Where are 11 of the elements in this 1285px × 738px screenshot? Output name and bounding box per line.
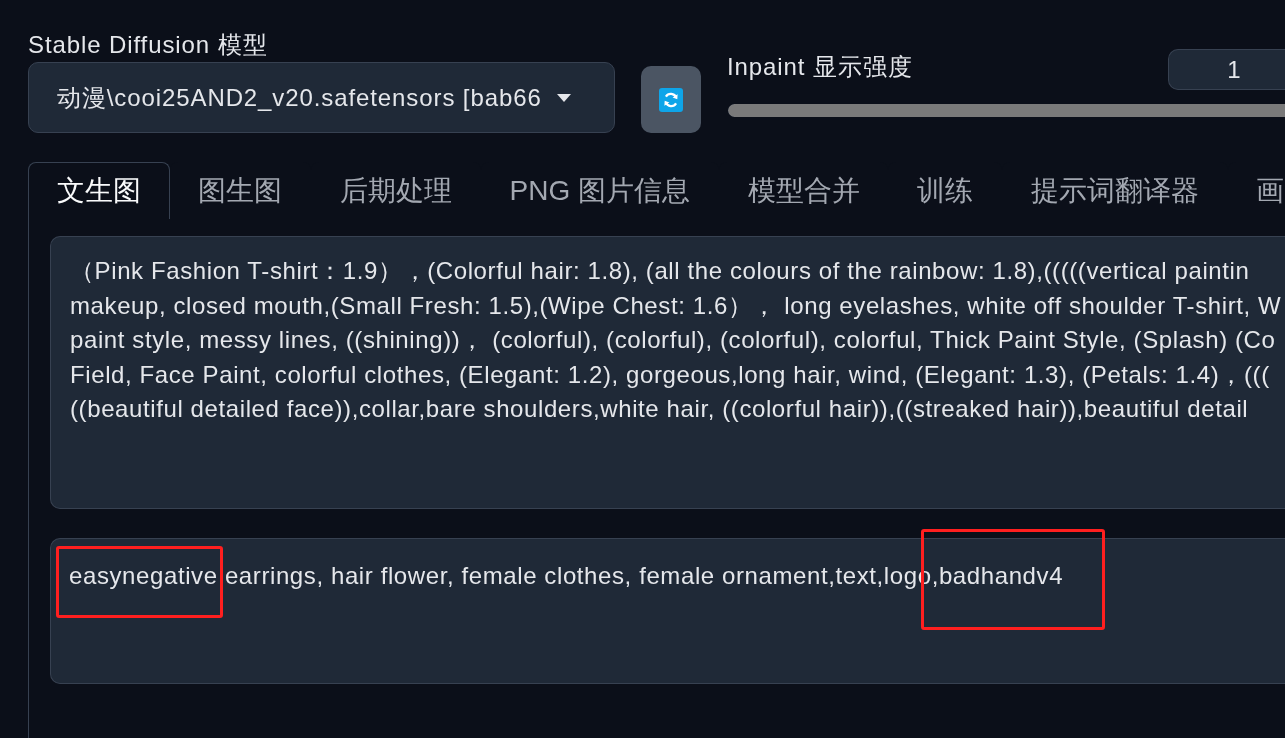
tab[interactable]: 文生图 bbox=[28, 162, 170, 219]
prompt-text: （Pink Fashion T-shirt：1.9），(Colorful hair: 1.8), (all the colours of the rainbow: 1.8),(((((vertical paintin makeup, closed mouth,(Small Fresh: 1.5),(Wipe Chest: 1.6）， long eyelashes, white off shoulder T-shirt, W paint style, messy lines, ((shining))， (colorful), (colorful), (colorful), colorful, Thick Paint Style, (Splash) (Co Field, Face Paint, colorful clothes, (Elegant: 1.2), gorgeous,long hair, wind, (Elegant: 1.3), (Petals: 1.4)，((( ((beautiful detailed face)),collar,bare shoulders,white hair, ((colorful hair)),((streaked hair)),beautiful detail bbox=[70, 256, 1282, 424]
field-label: Inpaint 显示强度 bbox=[727, 52, 913, 82]
refresh-icon bbox=[659, 87, 683, 112]
caret-icon bbox=[557, 93, 571, 102]
refresh-button[interactable] bbox=[641, 66, 701, 133]
prompt-field[interactable] bbox=[50, 236, 1285, 509]
number-field[interactable]: 1 bbox=[1168, 49, 1285, 90]
model-dropdown[interactable]: 动漫\cooi25AND2_v20.safetensors [bab66 bbox=[28, 62, 615, 133]
slider-track[interactable] bbox=[728, 104, 1285, 117]
field-label: Stable Diffusion 模型 bbox=[28, 30, 269, 60]
